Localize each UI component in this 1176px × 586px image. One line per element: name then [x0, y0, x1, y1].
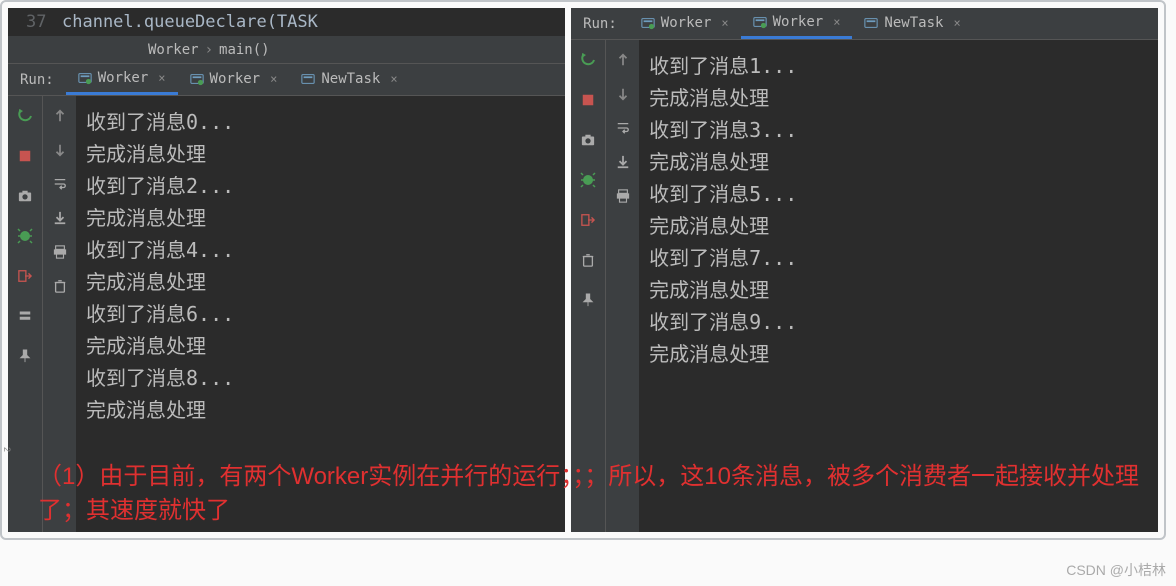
pin-icon[interactable]: [15, 346, 35, 366]
run-config-icon: [78, 71, 92, 85]
console-line: 收到了消息4...: [86, 234, 565, 266]
run-config-icon: [190, 72, 204, 86]
annotation-text: （1）由于目前，有两个Worker实例在并行的运行；；；所以，这10条消息，被多…: [38, 460, 1158, 528]
close-icon[interactable]: ×: [390, 72, 397, 86]
code-text: channel.queueDeclare(TASK: [62, 12, 318, 32]
console-line: 完成消息处理: [86, 394, 565, 426]
breadcrumb-separator: ›: [205, 42, 213, 58]
close-icon[interactable]: ×: [158, 71, 165, 85]
console-line: 完成消息处理: [86, 138, 565, 170]
exit-icon[interactable]: [578, 210, 598, 230]
console-line: 完成消息处理: [86, 266, 565, 298]
trash-icon[interactable]: [578, 250, 598, 270]
console-line: 收到了消息8...: [86, 362, 565, 394]
tab-worker-2[interactable]: Worker ×: [178, 64, 290, 95]
tab-label: Worker: [210, 71, 261, 87]
tab-newtask[interactable]: NewTask ×: [289, 64, 409, 95]
close-icon[interactable]: ×: [270, 72, 277, 86]
tab-label: Worker: [98, 70, 149, 86]
down-arrow-icon[interactable]: [50, 140, 70, 160]
trash-icon[interactable]: [50, 276, 70, 296]
run-gutter-secondary: [605, 40, 639, 532]
run-body: 收到了消息1... 完成消息处理 收到了消息3... 完成消息处理 收到了消息5…: [571, 40, 1158, 532]
exit-icon[interactable]: [15, 266, 35, 286]
layout-icon[interactable]: [15, 306, 35, 326]
rerun-icon[interactable]: [15, 106, 35, 126]
console-line: 收到了消息0...: [86, 106, 565, 138]
camera-icon[interactable]: [15, 186, 35, 206]
console-line: 完成消息处理: [649, 274, 1158, 306]
run-label: Run:: [8, 72, 66, 88]
console-line: 收到了消息6...: [86, 298, 565, 330]
run-label: Run:: [571, 16, 629, 32]
screenshot-border: 37 channel.queueDeclare(TASK Worker › ma…: [0, 0, 1166, 540]
tab-worker-1[interactable]: Worker ×: [629, 8, 741, 39]
console-line: 收到了消息1...: [649, 50, 1158, 82]
ide-panel-right: Run: Worker × Worker × NewTask ×: [571, 8, 1158, 532]
tab-worker-1[interactable]: Worker ×: [66, 64, 178, 95]
tabs: Worker × Worker × NewTask ×: [66, 64, 410, 95]
pin-icon[interactable]: [578, 290, 598, 310]
console-line: 收到了消息3...: [649, 114, 1158, 146]
footer-credit: CSDN @小桔林: [1066, 560, 1166, 580]
rerun-icon[interactable]: [578, 50, 598, 70]
ide-panel-left: 37 channel.queueDeclare(TASK Worker › ma…: [8, 8, 565, 532]
scroll-to-end-icon[interactable]: [613, 152, 633, 172]
console-output[interactable]: 收到了消息1... 完成消息处理 收到了消息3... 完成消息处理 收到了消息5…: [639, 40, 1158, 532]
console-line: 完成消息处理: [86, 330, 565, 362]
breadcrumb: Worker › main(): [8, 36, 565, 64]
run-tabs-bar: Run: Worker × Worker × NewTask ×: [8, 64, 565, 96]
tab-worker-2[interactable]: Worker ×: [741, 8, 853, 39]
console-line: 完成消息处理: [649, 146, 1158, 178]
wrap-icon[interactable]: [613, 118, 633, 138]
debug-icon[interactable]: [15, 226, 35, 246]
up-arrow-icon[interactable]: [613, 50, 633, 70]
tabs: Worker × Worker × NewTask ×: [629, 8, 973, 39]
camera-icon[interactable]: [578, 130, 598, 150]
run-tabs-bar: Run: Worker × Worker × NewTask ×: [571, 8, 1158, 40]
up-arrow-icon[interactable]: [50, 106, 70, 126]
print-icon[interactable]: [613, 186, 633, 206]
run-gutter-primary: [571, 40, 605, 532]
stop-icon[interactable]: [15, 146, 35, 166]
breadcrumb-item[interactable]: Worker: [148, 42, 199, 58]
run-config-icon: [641, 16, 655, 30]
close-icon[interactable]: ×: [721, 16, 728, 30]
tab-label: NewTask: [321, 71, 380, 87]
console-line: 收到了消息5...: [649, 178, 1158, 210]
debug-icon[interactable]: [578, 170, 598, 190]
close-icon[interactable]: ×: [833, 15, 840, 29]
page-indicator: 2: [2, 447, 12, 452]
console-line: 收到了消息7...: [649, 242, 1158, 274]
console-line: 完成消息处理: [86, 202, 565, 234]
close-icon[interactable]: ×: [953, 16, 960, 30]
tab-newtask[interactable]: NewTask ×: [852, 8, 972, 39]
run-config-icon: [301, 72, 315, 86]
console-line: 完成消息处理: [649, 338, 1158, 370]
console-line: 收到了消息9...: [649, 306, 1158, 338]
down-arrow-icon[interactable]: [613, 84, 633, 104]
stop-icon[interactable]: [578, 90, 598, 110]
tab-label: NewTask: [884, 15, 943, 31]
scroll-to-end-icon[interactable]: [50, 208, 70, 228]
editor-line: 37 channel.queueDeclare(TASK: [8, 8, 565, 36]
breadcrumb-item[interactable]: main(): [219, 42, 270, 58]
run-gutter-primary: [8, 96, 42, 532]
console-line: 完成消息处理: [649, 210, 1158, 242]
print-icon[interactable]: [50, 242, 70, 262]
tab-label: Worker: [661, 15, 712, 31]
run-config-icon: [753, 15, 767, 29]
console-line: 收到了消息2...: [86, 170, 565, 202]
tab-label: Worker: [773, 14, 824, 30]
line-number: 37: [26, 12, 62, 32]
wrap-icon[interactable]: [50, 174, 70, 194]
console-line: 完成消息处理: [649, 82, 1158, 114]
run-config-icon: [864, 16, 878, 30]
